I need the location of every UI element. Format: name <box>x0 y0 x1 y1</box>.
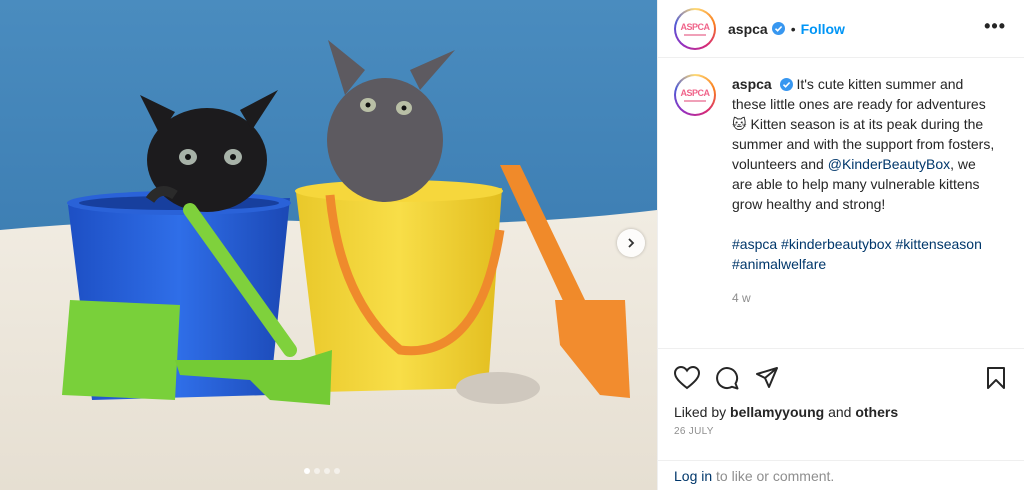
more-options-button[interactable]: ••• <box>984 16 1006 37</box>
carousel-dot <box>334 468 340 474</box>
likes-others-link[interactable]: others <box>855 404 898 420</box>
next-slide-button[interactable] <box>617 229 645 257</box>
verified-icon <box>779 78 793 91</box>
likes-prefix: Liked by <box>674 404 731 420</box>
separator-dot: • <box>790 20 796 37</box>
avatar[interactable]: ASPCA <box>674 7 716 50</box>
post-image[interactable] <box>0 0 657 490</box>
kitten-emoji: 🐱 <box>732 116 747 132</box>
action-icons <box>674 363 1009 393</box>
kittens-photo <box>0 0 657 490</box>
post-caption: ASPCA aspca It's cute kitten summer and … <box>674 74 1014 308</box>
likes-summary: Liked by bellamyyoung and others <box>674 404 1009 420</box>
hashtag-link[interactable]: #aspca <box>732 236 777 252</box>
caption-username[interactable]: aspca <box>732 76 772 92</box>
instagram-post: ASPCA aspca • Follow ••• ASPCA aspca It'… <box>0 0 1024 490</box>
caption-avatar[interactable]: ASPCA <box>674 74 716 116</box>
verified-icon <box>771 22 785 35</box>
carousel-dot <box>314 468 320 474</box>
post-sidebar: ASPCA aspca • Follow ••• ASPCA aspca It'… <box>657 0 1024 490</box>
logo-underline <box>684 100 706 102</box>
username-link[interactable]: aspca <box>728 21 768 37</box>
share-button[interactable] <box>754 365 780 391</box>
hashtag-link[interactable]: #kittenseason <box>895 236 981 252</box>
hashtag-link[interactable]: #kinderbeautybox <box>781 236 892 252</box>
post-actions: Liked by bellamyyoung and others 26 JULY <box>658 348 1024 437</box>
login-link[interactable]: Log in <box>674 468 712 484</box>
likes-middle: and <box>824 404 856 420</box>
hashtag-list: #aspca #kinderbeautybox #kittenseason #a… <box>732 234 998 274</box>
aspca-logo: ASPCA <box>676 76 714 114</box>
carousel-dot <box>324 468 330 474</box>
share-icon <box>756 367 778 388</box>
logo-text: ASPCA <box>680 21 710 32</box>
login-rest: to like or comment. <box>712 468 835 484</box>
logo-underline <box>684 33 706 36</box>
more-icon: ••• <box>984 16 1006 36</box>
logo-text: ASPCA <box>680 88 710 98</box>
carousel-indicator <box>304 468 340 474</box>
like-button[interactable] <box>674 365 700 391</box>
comment-button[interactable] <box>714 365 740 391</box>
comment-icon <box>716 367 739 390</box>
save-button[interactable] <box>983 365 1009 391</box>
hashtag-link[interactable]: #animalwelfare <box>732 256 826 272</box>
login-prompt: Log in to like or comment. <box>658 460 1024 490</box>
bookmark-icon <box>987 367 1005 389</box>
aspca-logo: ASPCA <box>676 9 714 48</box>
next-arrow-icon <box>628 238 635 248</box>
follow-button[interactable]: Follow <box>801 21 845 37</box>
carousel-dot <box>304 468 310 474</box>
liker-username-link[interactable]: bellamyyoung <box>730 404 824 420</box>
post-date: 26 JULY <box>674 426 714 437</box>
heart-icon <box>674 366 700 390</box>
caption-age: 4 w <box>732 291 751 305</box>
caption-text: aspca It's cute kitten summer and these … <box>732 74 998 308</box>
mention-link[interactable]: @KinderBeautyBox <box>828 156 950 172</box>
post-header: ASPCA aspca • Follow ••• <box>658 0 1024 58</box>
